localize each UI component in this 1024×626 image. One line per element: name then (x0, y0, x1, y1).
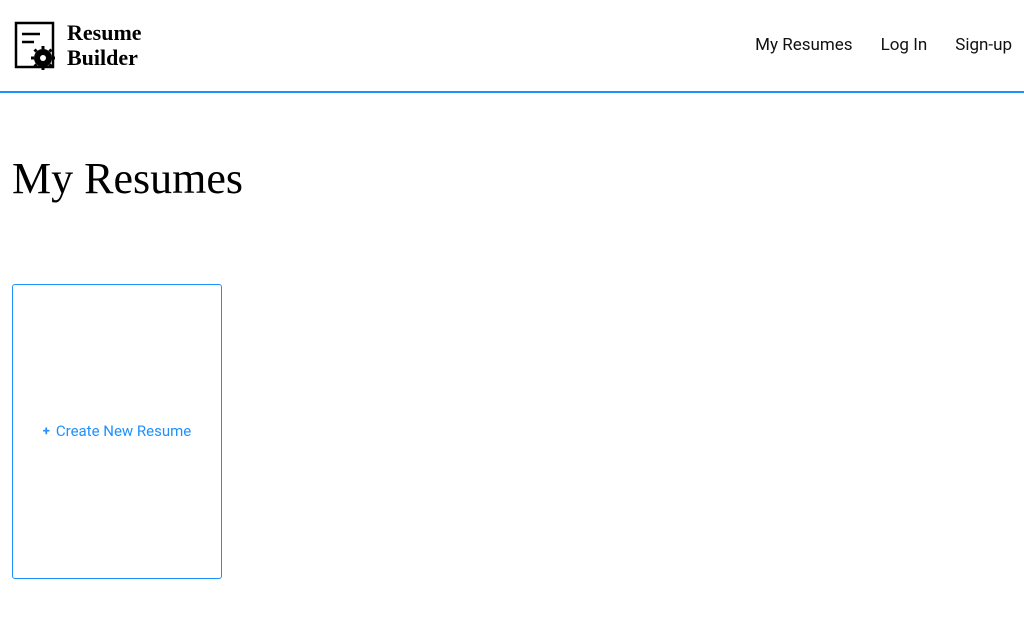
document-gear-icon (12, 20, 57, 70)
create-new-label-container: + Create New Resume (43, 422, 191, 440)
logo-text-line1: Resume (67, 20, 142, 45)
nav-sign-up[interactable]: Sign-up (955, 35, 1012, 55)
logo-text-line2: Builder (67, 45, 142, 70)
plus-icon: + (43, 424, 50, 439)
main-nav: My Resumes Log In Sign-up (755, 35, 1012, 55)
create-new-label: Create New Resume (56, 422, 191, 440)
header: Resume Builder My Resumes Log In Sign-up (0, 0, 1024, 93)
create-resume-card[interactable]: + Create New Resume (12, 284, 222, 579)
main-content: My Resumes + Create New Resume (0, 153, 1024, 579)
page-title: My Resumes (12, 153, 1012, 204)
nav-log-in[interactable]: Log In (881, 35, 928, 55)
nav-my-resumes[interactable]: My Resumes (755, 35, 852, 55)
logo[interactable]: Resume Builder (12, 20, 142, 71)
logo-text: Resume Builder (67, 20, 142, 71)
